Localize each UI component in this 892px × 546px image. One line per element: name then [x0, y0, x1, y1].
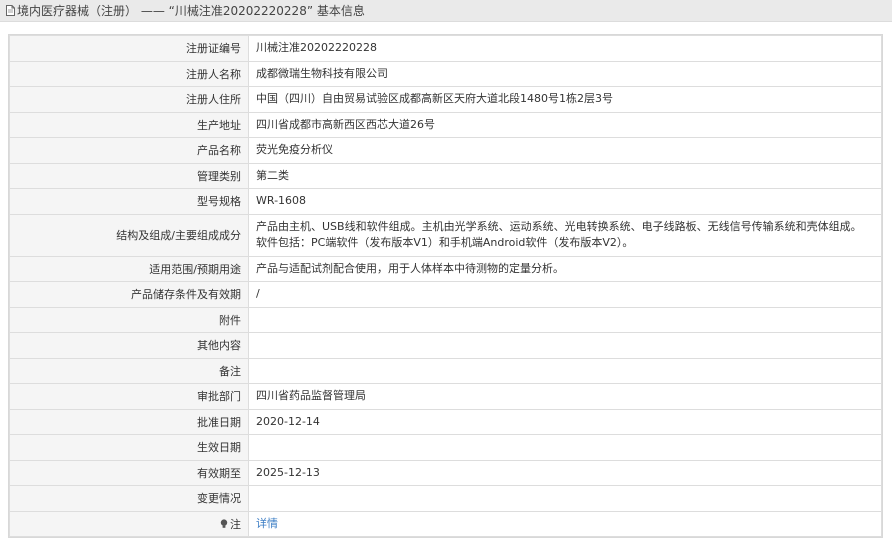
- row-value: 详情: [248, 510, 882, 537]
- row-value: [248, 306, 882, 333]
- row-value: 中国（四川）自由贸易试验区成都高新区天府大道北段1480号1栋2层3号: [248, 86, 882, 113]
- table-row: 注册人住所 中国（四川）自由贸易试验区成都高新区天府大道北段1480号1栋2层3…: [9, 86, 882, 113]
- row-value: 产品由主机、USB线和软件组成。主机由光学系统、运动系统、光电转换系统、电子线路…: [248, 213, 882, 257]
- row-label: 注册人住所: [9, 86, 249, 113]
- table-row: 备注: [9, 357, 882, 384]
- row-label: 产品储存条件及有效期: [9, 281, 249, 308]
- row-value: 川械注准20202220228: [248, 35, 882, 62]
- row-value: 2025-12-13: [248, 459, 882, 486]
- table-row: 有效期至 2025-12-13: [9, 459, 882, 486]
- table-row: 管理类别 第二类: [9, 162, 882, 189]
- document-icon: [6, 5, 15, 16]
- row-label: 批准日期: [9, 408, 249, 435]
- row-label: 其他内容: [9, 332, 249, 359]
- table-row: 注 详情: [9, 510, 882, 537]
- table-row: 型号规格 WR-1608: [9, 188, 882, 215]
- table-row: 审批部门 四川省药品监督管理局: [9, 383, 882, 410]
- table-row: 变更情况: [9, 485, 882, 512]
- lightbulb-icon: [220, 519, 228, 529]
- table-row: 产品名称 荧光免疫分析仪: [9, 137, 882, 164]
- row-value: 第二类: [248, 162, 882, 189]
- row-label: 结构及组成/主要组成成分: [9, 213, 249, 257]
- table-row: 适用范围/预期用途 产品与适配试剂配合使用，用于人体样本中待测物的定量分析。: [9, 255, 882, 282]
- table-row: 生效日期: [9, 434, 882, 461]
- row-label: 生效日期: [9, 434, 249, 461]
- table-row: 注册人名称 成都微瑞生物科技有限公司: [9, 60, 882, 87]
- row-value: 产品与适配试剂配合使用，用于人体样本中待测物的定量分析。: [248, 255, 882, 282]
- table-row: 产品储存条件及有效期 /: [9, 281, 882, 308]
- page-title: 境内医疗器械（注册） —— “川械注准20202220228” 基本信息: [17, 4, 365, 18]
- table-row: 注册证编号 川械注准20202220228: [9, 35, 882, 62]
- note-label: 注: [220, 516, 241, 532]
- row-value: [248, 332, 882, 359]
- table-row: 批准日期 2020-12-14: [9, 408, 882, 435]
- row-value: /: [248, 281, 882, 308]
- row-value: 荧光免疫分析仪: [248, 137, 882, 164]
- table-row: 其他内容: [9, 332, 882, 359]
- table-row: 附件: [9, 306, 882, 333]
- row-label: 附件: [9, 306, 249, 333]
- row-label: 管理类别: [9, 162, 249, 189]
- row-value: [248, 485, 882, 512]
- row-value: [248, 434, 882, 461]
- row-label: 产品名称: [9, 137, 249, 164]
- row-value: 成都微瑞生物科技有限公司: [248, 60, 882, 87]
- row-value: 2020-12-14: [248, 408, 882, 435]
- row-label: 型号规格: [9, 188, 249, 215]
- row-label: 审批部门: [9, 383, 249, 410]
- row-label: 生产地址: [9, 111, 249, 138]
- details-link[interactable]: 详情: [256, 517, 278, 530]
- note-label-text: 注: [230, 517, 241, 531]
- note-row-label: 注: [9, 510, 249, 537]
- row-value: 四川省药品监督管理局: [248, 383, 882, 410]
- row-value: [248, 357, 882, 384]
- page-header: 境内医疗器械（注册） —— “川械注准20202220228” 基本信息: [0, 0, 892, 22]
- info-table: 注册证编号 川械注准20202220228 注册人名称 成都微瑞生物科技有限公司…: [8, 34, 883, 538]
- table-row: 结构及组成/主要组成成分 产品由主机、USB线和软件组成。主机由光学系统、运动系…: [9, 213, 882, 257]
- row-label: 备注: [9, 357, 249, 384]
- row-label: 注册证编号: [9, 35, 249, 62]
- table-row: 生产地址 四川省成都市高新西区西芯大道26号: [9, 111, 882, 138]
- row-value: 四川省成都市高新西区西芯大道26号: [248, 111, 882, 138]
- row-label: 变更情况: [9, 485, 249, 512]
- row-label: 适用范围/预期用途: [9, 255, 249, 282]
- row-value: WR-1608: [248, 188, 882, 215]
- row-label: 有效期至: [9, 459, 249, 486]
- row-label: 注册人名称: [9, 60, 249, 87]
